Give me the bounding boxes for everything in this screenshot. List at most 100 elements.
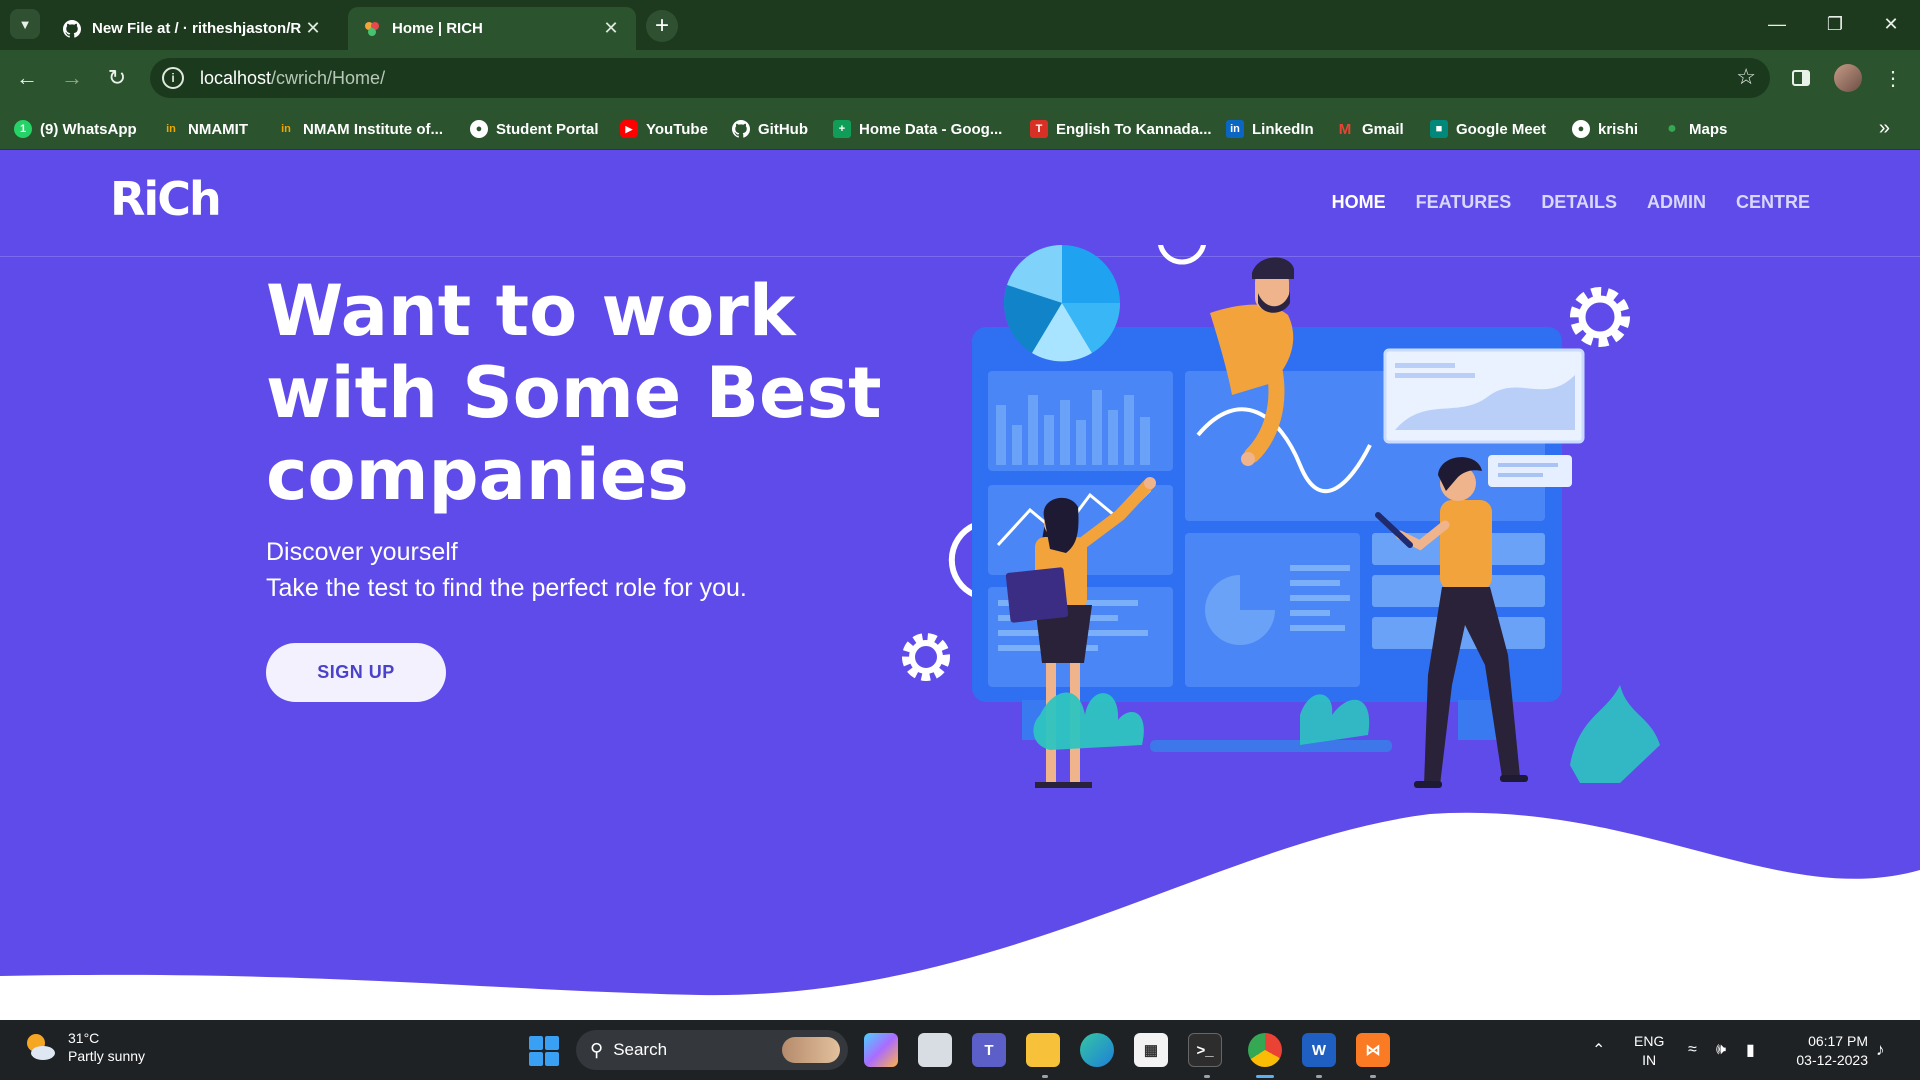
meet-icon: ■ <box>1430 120 1448 138</box>
nmamit-icon: in <box>281 123 291 135</box>
github-icon <box>62 19 82 39</box>
hero-subtitle-line-2: Take the test to find the perfect role f… <box>266 574 747 602</box>
gear-icon <box>1570 287 1630 347</box>
bookmark-whatsapp[interactable]: 1 (9) WhatsApp <box>14 117 137 141</box>
tab-github-new-file[interactable]: New File at / · ritheshjaston/Ri ✕ <box>48 7 338 50</box>
nmamit-icon: in <box>166 123 176 135</box>
gear-icon <box>902 633 950 681</box>
microsoft-store-icon[interactable]: ▦ <box>1134 1033 1168 1067</box>
windows-start-icon[interactable] <box>529 1036 559 1066</box>
bookmark-maps[interactable]: ● Maps <box>1663 117 1727 141</box>
nav-details[interactable]: DETAILS <box>1541 192 1617 213</box>
battery-icon[interactable]: ▮ <box>1746 1020 1755 1080</box>
nav-home[interactable]: HOME <box>1332 192 1386 213</box>
bookmark-nmam-institute[interactable]: in NMAM Institute of... <box>277 117 443 141</box>
running-indicator <box>1204 1075 1210 1078</box>
bookmark-krishi[interactable]: ● krishi <box>1572 117 1638 141</box>
globe-icon: ● <box>470 120 488 138</box>
minimize-icon[interactable]: — <box>1748 0 1806 48</box>
url-text[interactable]: localhost/cwrich/Home/ <box>200 68 385 89</box>
active-indicator <box>1256 1075 1274 1078</box>
bookmark-english-kannada[interactable]: T English To Kannada... <box>1030 117 1212 141</box>
back-arrow-icon[interactable]: ← <box>12 63 42 93</box>
running-indicator <box>1370 1075 1376 1078</box>
window-close-icon[interactable]: ✕ <box>1862 0 1920 48</box>
bookmark-student-portal[interactable]: ● Student Portal <box>470 117 599 141</box>
linkedin-icon: in <box>1226 120 1244 138</box>
site-navigation: HOME FEATURES DETAILS ADMIN CENTRE <box>1332 192 1810 213</box>
bookmark-linkedin[interactable]: in LinkedIn <box>1226 117 1314 141</box>
forward-arrow-icon[interactable]: → <box>57 63 87 93</box>
taskbar-search-box[interactable]: ⚲ Search <box>576 1030 848 1070</box>
bookmark-home-data[interactable]: + Home Data - Goog... <box>833 117 1002 141</box>
analytics-card-graphic <box>1383 348 1585 444</box>
sign-up-button[interactable]: SIGN UP <box>266 643 446 702</box>
tab-search-chevron-icon[interactable]: ▼ <box>10 9 40 39</box>
input-language[interactable]: ENG IN <box>1634 1032 1664 1070</box>
file-explorer-icon[interactable] <box>1026 1033 1060 1067</box>
search-icon: ⚲ <box>590 1039 604 1060</box>
hero-illustration <box>902 245 1660 788</box>
bookmarks-bar: 1 (9) WhatsApp in NMAMIT in NMAM Institu… <box>0 106 1920 150</box>
sheets-icon: + <box>833 120 851 138</box>
address-bar[interactable]: i localhost/cwrich/Home/ ☆ <box>150 58 1770 98</box>
wifi-icon[interactable]: ≈ <box>1688 1020 1697 1080</box>
youtube-icon: ▶ <box>620 120 638 138</box>
running-indicator <box>1042 1075 1048 1078</box>
tab-close-icon[interactable]: ✕ <box>302 18 324 39</box>
whatsapp-icon: 1 <box>14 120 32 138</box>
chat-bubble-graphic <box>1488 455 1572 487</box>
bookmark-star-icon[interactable]: ☆ <box>1736 64 1756 90</box>
bookmark-gmail[interactable]: M Gmail <box>1336 117 1404 141</box>
notification-bell-icon[interactable]: ♪ <box>1876 1020 1885 1080</box>
edge-icon[interactable] <box>1080 1033 1114 1067</box>
new-tab-plus-icon[interactable]: + <box>646 10 678 42</box>
copilot-icon[interactable] <box>864 1033 898 1067</box>
terminal-icon[interactable]: >_ <box>1188 1033 1222 1067</box>
teams-icon[interactable]: T <box>972 1033 1006 1067</box>
bookmark-nmamit[interactable]: in NMAMIT <box>162 117 248 141</box>
browser-tab-strip: ▼ New File at / · ritheshjaston/Ri ✕ Hom… <box>0 0 1920 50</box>
profile-avatar-icon[interactable] <box>1834 64 1862 92</box>
side-panel-icon[interactable] <box>1787 64 1815 92</box>
rich-favicon-icon <box>362 19 382 39</box>
tray-chevron-up-icon[interactable]: ⌃ <box>1592 1020 1605 1080</box>
nav-admin[interactable]: ADMIN <box>1647 192 1706 213</box>
ring-decoration <box>1158 245 1206 265</box>
hero-title: Want to work with Some Best companies <box>266 270 882 516</box>
tab-home-rich[interactable]: Home | RICH ✕ <box>348 7 636 50</box>
bookmark-github[interactable]: GitHub <box>732 117 808 141</box>
partly-sunny-icon <box>22 1029 58 1065</box>
hero-subtitle: Discover yourself Take the test to find … <box>266 534 747 606</box>
chrome-icon[interactable] <box>1248 1033 1282 1067</box>
nav-centre[interactable]: CENTRE <box>1736 192 1810 213</box>
bookmark-google-meet[interactable]: ■ Google Meet <box>1430 117 1546 141</box>
tab-title: New File at / · ritheshjaston/Ri <box>92 20 302 37</box>
weather-description: Partly sunny <box>68 1048 146 1064</box>
github-icon <box>732 120 750 138</box>
taskbar-search-placeholder: Search <box>613 1040 668 1059</box>
browser-toolbar: ← → ↻ i localhost/cwrich/Home/ ☆ ⋮ <box>0 50 1920 106</box>
globe-icon: ● <box>1572 120 1590 138</box>
word-icon[interactable]: W <box>1302 1033 1336 1067</box>
volume-icon[interactable]: 🕪 <box>1716 1020 1726 1080</box>
bookmark-youtube[interactable]: ▶ YouTube <box>620 117 708 141</box>
running-indicator <box>1316 1075 1322 1078</box>
browser-menu-icon[interactable]: ⋮ <box>1879 64 1907 92</box>
tab-close-icon[interactable]: ✕ <box>600 18 622 39</box>
nav-features[interactable]: FEATURES <box>1416 192 1512 213</box>
translate-icon: T <box>1030 120 1048 138</box>
site-logo[interactable]: RiCh <box>110 172 222 226</box>
maps-pin-icon: ● <box>1667 120 1677 137</box>
tab-title: Home | RICH <box>392 20 483 37</box>
task-view-icon[interactable] <box>918 1033 952 1067</box>
site-info-icon[interactable]: i <box>162 67 184 89</box>
restore-icon[interactable]: ❐ <box>1806 0 1864 48</box>
search-highlight-image <box>782 1037 840 1063</box>
system-clock[interactable]: 06:17 PM 03-12-2023 <box>1786 1032 1868 1070</box>
bookmarks-overflow-icon[interactable]: » <box>1879 117 1890 140</box>
weather-widget[interactable]: 31°C Partly sunny <box>22 1029 145 1065</box>
ring-decoration <box>948 522 977 598</box>
reload-icon[interactable]: ↻ <box>102 63 132 93</box>
xampp-icon[interactable]: ⋈ <box>1356 1033 1390 1067</box>
